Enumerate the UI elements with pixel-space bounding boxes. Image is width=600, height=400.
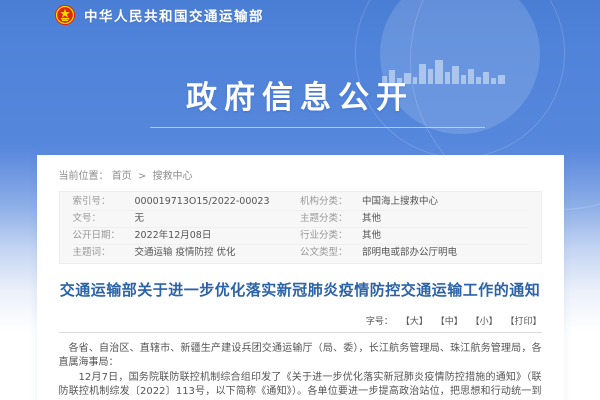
font-size-toolbar: 字号： 【大】 【中】 【小】 【打印】	[59, 314, 542, 327]
meta-value-publish-date: 2022年12月08日	[135, 228, 212, 244]
salutation-paragraph: 各省、自治区、直辖市、新疆生产建设兵团交通运输厅（局、委），长江航务管理局、珠江…	[59, 342, 542, 371]
title-divider	[59, 332, 542, 333]
font-size-label: 字号：	[366, 317, 393, 327]
breadcrumb: 当前位置： 首页 > 搜救中心	[59, 167, 542, 182]
breadcrumb-current: 搜救中心	[152, 171, 192, 182]
meta-value-doc-type: 部明电或部办公厅明电	[362, 245, 457, 261]
document-meta-table: 索引号： 000019713O15/2022-00023 机构分类： 中国海上搜…	[59, 191, 542, 264]
meta-value-industry-category: 其他	[362, 228, 381, 244]
site-title[interactable]: 中华人民共和国交通运输部	[84, 5, 264, 25]
meta-label: 主题分类：	[300, 211, 362, 227]
title-underline	[150, 127, 485, 128]
meta-value-topic-category: 其他	[362, 211, 381, 227]
meta-value-keywords: 交通运输 疫情防控 优化	[135, 245, 236, 261]
meta-value-agency: 中国海上搜救中心	[362, 194, 438, 210]
font-size-small-button[interactable]: 【小】	[471, 317, 498, 327]
meta-label: 索引号：	[73, 194, 135, 210]
hero-banner: 政府信息公开	[0, 30, 600, 155]
breadcrumb-home-link[interactable]: 首页	[112, 171, 132, 182]
meta-label: 公开日期：	[73, 228, 135, 244]
national-emblem-icon	[54, 4, 76, 26]
font-size-large-button[interactable]: 【大】	[401, 317, 428, 327]
meta-value-doc-number: 无	[135, 211, 145, 227]
page-title: 政府信息公开	[0, 72, 600, 117]
document-body: 各省、自治区、直辖市、新疆生产建设兵团交通运输厅（局、委），长江航务管理局、珠江…	[59, 342, 542, 400]
site-header: 中华人民共和国交通运输部	[0, 0, 600, 30]
breadcrumb-label: 当前位置：	[59, 171, 109, 182]
meta-row: 索引号： 000019713O15/2022-00023 机构分类： 中国海上搜…	[73, 194, 528, 211]
meta-label: 行业分类：	[300, 228, 362, 244]
body-paragraph: 12月7日，国务院联防联控机制综合组印发了《关于进一步优化落实新冠肺炎疫情防控措…	[59, 371, 542, 400]
document-title: 交通运输部关于进一步优化落实新冠肺炎疫情防控交通运输工作的通知	[59, 281, 542, 301]
breadcrumb-separator: >	[138, 171, 146, 182]
meta-row: 主题词： 交通运输 疫情防控 优化 公文类型： 部明电或部办公厅明电	[73, 245, 528, 261]
meta-label: 文号：	[73, 211, 135, 227]
print-button[interactable]: 【打印】	[505, 317, 541, 327]
meta-label: 主题词：	[73, 245, 135, 261]
meta-label: 机构分类：	[300, 194, 362, 210]
meta-row: 公开日期： 2022年12月08日 行业分类： 其他	[73, 228, 528, 245]
font-size-medium-button[interactable]: 【中】	[436, 317, 463, 327]
meta-row: 文号： 无 主题分类： 其他	[73, 211, 528, 228]
meta-value-index-number: 000019713O15/2022-00023	[135, 194, 270, 210]
content-card: 当前位置： 首页 > 搜救中心 索引号： 000019713O15/2022-0…	[37, 155, 564, 400]
meta-label: 公文类型：	[300, 245, 362, 261]
